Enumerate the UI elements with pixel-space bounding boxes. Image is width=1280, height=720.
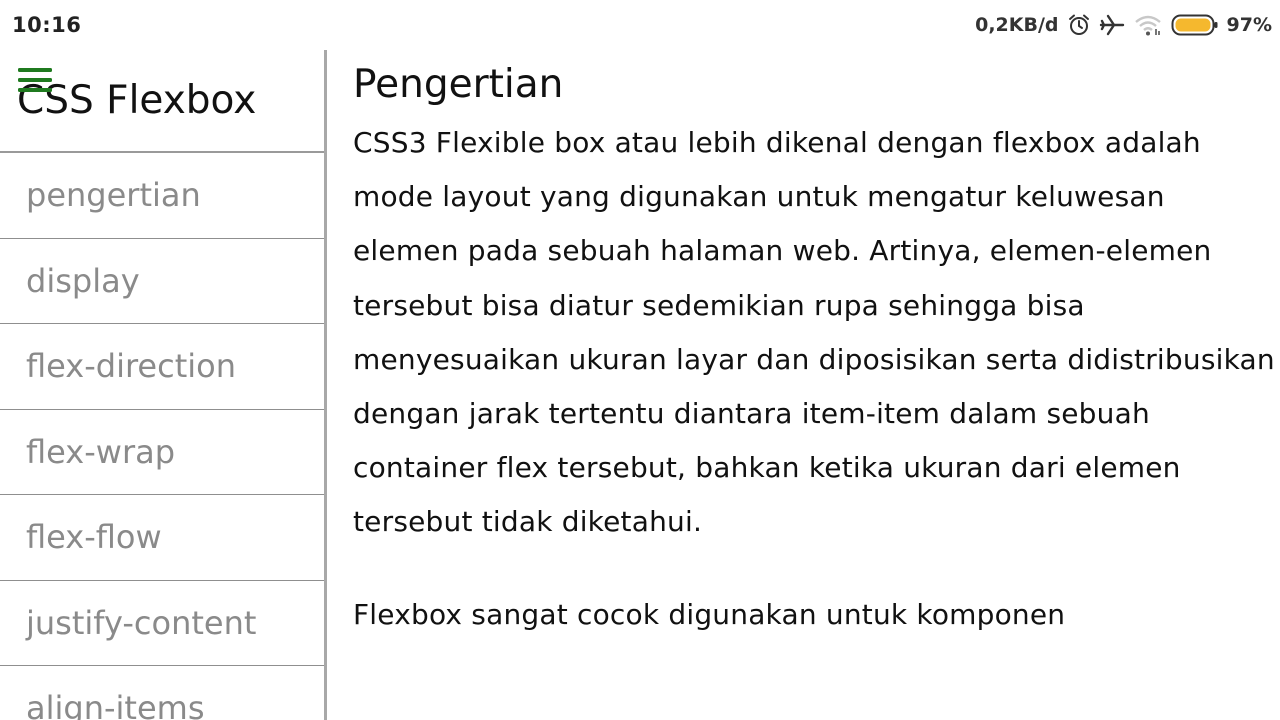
status-bar: 10:16 0,2KB/d 97% [0, 0, 1280, 50]
airplane-mode-icon [1099, 11, 1125, 39]
status-time: 10:16 [12, 13, 82, 37]
paragraph-intro: CSS3 Flexible box atau lebih dikenal den… [353, 126, 1275, 539]
wifi-icon [1133, 11, 1163, 39]
sidebar-item-pengertian[interactable]: pengertian [0, 153, 324, 239]
sidebar-header: CSS Flexbox [0, 50, 324, 153]
sidebar-item-flex-direction[interactable]: flex-direction [0, 324, 324, 410]
status-icons: 0,2KB/d 97% [975, 11, 1272, 39]
sidebar-nav-list: pengertian display flex-direction flex-w… [0, 153, 324, 720]
sidebar-item-justify-content[interactable]: justify-content [0, 581, 324, 666]
sidebar-item-align-items[interactable]: align-items [0, 666, 324, 720]
sidebar-item-flex-flow[interactable]: flex-flow [0, 495, 324, 581]
sidebar: CSS Flexbox pengertian display flex-dire… [0, 50, 327, 720]
paragraph-usage: Flexbox sangat cocok digunakan untuk kom… [353, 597, 1066, 631]
sidebar-title: CSS Flexbox [17, 78, 257, 123]
battery-level-fill [1175, 18, 1211, 32]
network-speed: 0,2KB/d [975, 14, 1059, 36]
section-heading: Pengertian [353, 62, 564, 107]
sidebar-item-display[interactable]: display [0, 239, 324, 324]
alarm-icon [1067, 11, 1091, 39]
main-content: Pengertian CSS3 Flexible box atau lebih … [353, 58, 1278, 720]
battery-icon [1171, 11, 1219, 39]
hamburger-menu-icon[interactable] [18, 67, 52, 95]
battery-percent: 97% [1226, 14, 1272, 36]
sidebar-item-flex-wrap[interactable]: flex-wrap [0, 410, 324, 495]
